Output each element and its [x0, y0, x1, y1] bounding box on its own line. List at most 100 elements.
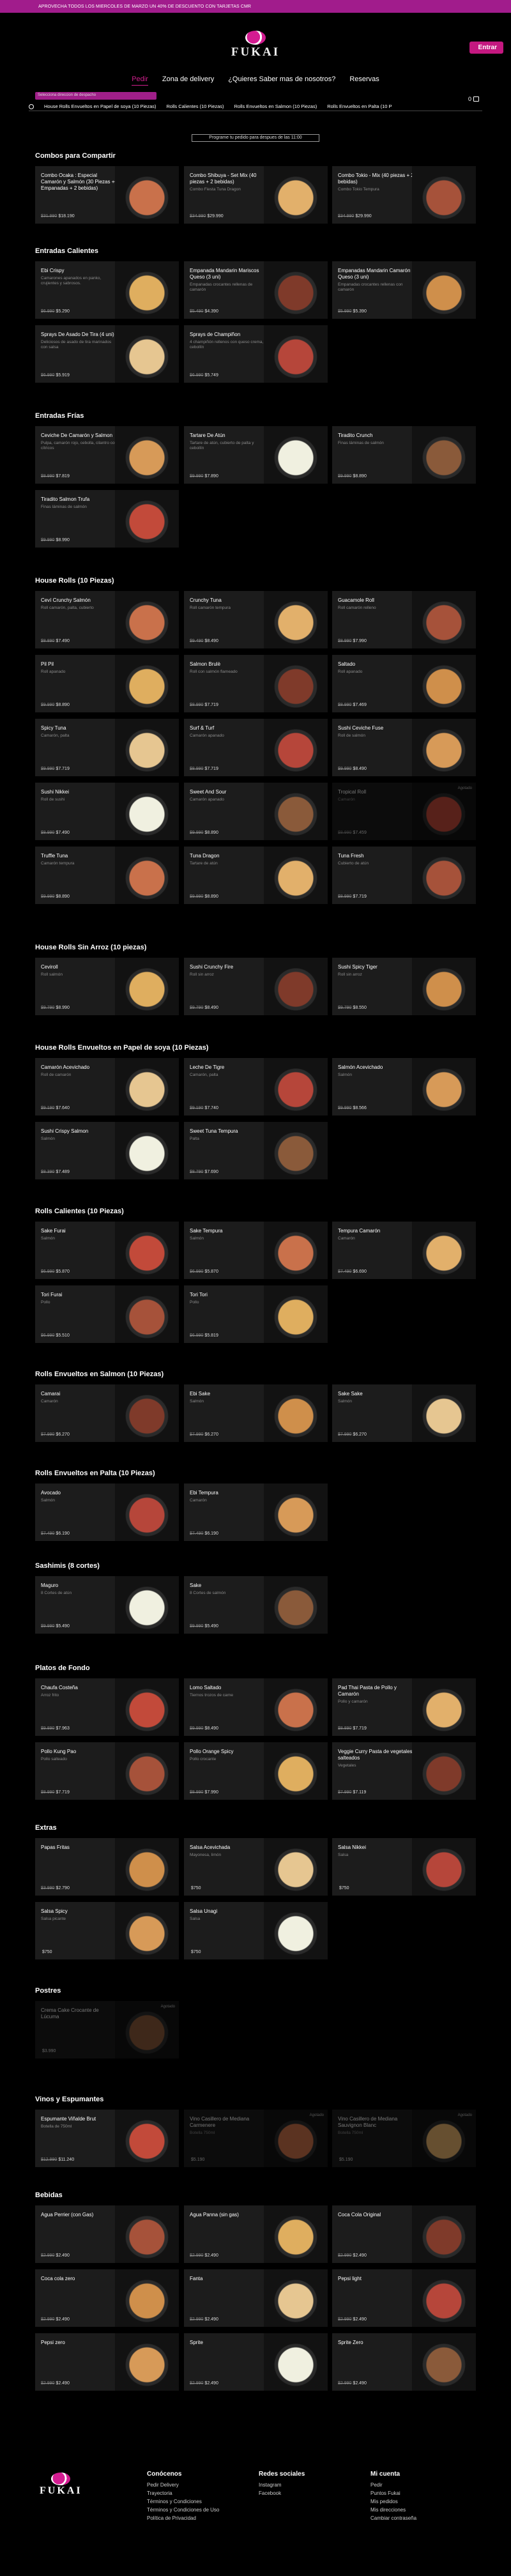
- category-tab[interactable]: Rolls Envueltos en Salmon (10 Piezas): [234, 103, 317, 109]
- product-card[interactable]: Salsa Unagi Salsa $750: [184, 1902, 328, 1959]
- product-card[interactable]: Sprite Zero $2.990 $2.490: [332, 2333, 476, 2391]
- product-card[interactable]: Sake Furai Salmón $6.990 $5.870: [35, 1222, 179, 1279]
- product-card[interactable]: Sushi Crunchy Fire Roll sin arroz $9.790 $8…: [184, 958, 328, 1015]
- product-card[interactable]: Maguro 8 Cortes de atún $9.990 $5.490: [35, 1576, 179, 1634]
- product-card[interactable]: Sweet Tuna Tempura Palta $8.790 $7.690: [184, 1122, 328, 1179]
- footer-link[interactable]: Política de Privacidad: [147, 2514, 219, 2522]
- product-card[interactable]: Sprays De Asado De Tira (4 uni) Delicioso…: [35, 325, 179, 383]
- footer-link[interactable]: Instagram: [259, 2481, 305, 2489]
- product-card[interactable]: Sweet And Sour Camarón apanado $9.990 $8.89…: [184, 783, 328, 840]
- product-card[interactable]: Sushi Spicy Tiger Roll sin arroz $9.790 $8.…: [332, 958, 476, 1015]
- product-card[interactable]: Leche De Tigre Camarón, palta $9.190 $7.740: [184, 1058, 328, 1116]
- product-card[interactable]: Salsa Acevichada Mayonesa, limón $750: [184, 1838, 328, 1896]
- product-card[interactable]: Saltado Roll apanado $8.990 $7.469: [332, 655, 476, 712]
- product-card[interactable]: Avocado Salmón $7.490 $6.190: [35, 1483, 179, 1541]
- product-card[interactable]: Veggie Curry Pasta de vegetales salteado…: [332, 1742, 476, 1800]
- product-card[interactable]: Pil Pil Roll apanado $9.990 $8.890: [35, 655, 179, 712]
- product-card[interactable]: Salmon Brulè Roll con salmón flameado $8.9…: [184, 655, 328, 712]
- schedule-notice[interactable]: Programe tu pedido para despues de las 1…: [192, 134, 319, 142]
- product-card[interactable]: Sushi Crispy Salmon Salmón $8.390 $7.489: [35, 1122, 179, 1179]
- product-card[interactable]: Lomo Saltado Tiernos trozos de carne $9.99…: [184, 1678, 328, 1736]
- product-card[interactable]: Pollo Kung Pao Pollo salteado $8.990 $7.719: [35, 1742, 179, 1800]
- product-price: $6.990 $5.749: [190, 373, 218, 378]
- product-card[interactable]: Espumante Viñalde Brut Botella de 750ml $1…: [35, 2110, 179, 2167]
- product-card[interactable]: Tartare De Atún Tartare de atún, cubierto…: [184, 426, 328, 484]
- nav-item[interactable]: Zona de delivery: [162, 75, 214, 86]
- footer-link[interactable]: Pedir: [370, 2481, 416, 2489]
- product-card[interactable]: Coca cola zero $2.990 $2.490: [35, 2269, 179, 2327]
- product-card[interactable]: Truffle Tuna Camarón tempura $9.990 $8.890: [35, 847, 179, 904]
- category-tab[interactable]: Rolls Envueltos en Palta (10 P: [327, 103, 392, 109]
- footer-link[interactable]: Facebook: [259, 2489, 305, 2497]
- footer-link[interactable]: Términos y Condiciones: [147, 2497, 219, 2506]
- product-card[interactable]: Crema Cake Crocante de Lúcuma $3.990 Agota…: [35, 2001, 179, 2058]
- product-card[interactable]: Papas Fritas $3.990 $2.790: [35, 1838, 179, 1896]
- product-card[interactable]: Salsa Nikkei Salsa $750: [332, 1838, 476, 1896]
- product-card[interactable]: Sushi Nikkei Roll de sushi $8.990 $7.490: [35, 783, 179, 840]
- nav-item[interactable]: Reservas: [349, 75, 379, 86]
- footer-link[interactable]: Trayectoria: [147, 2489, 219, 2497]
- product-card[interactable]: Ceví Crunchy Salmón Roll camarón, palta, …: [35, 591, 179, 648]
- product-card[interactable]: Salsa Spicy Salsa picante $750: [35, 1902, 179, 1959]
- product-card[interactable]: Sake Sake Salmón $7.990 $6.270: [332, 1384, 476, 1442]
- login-button[interactable]: Entrar: [469, 42, 503, 54]
- product-card[interactable]: Ebi Tempura Camarón $7.490 $6.190: [184, 1483, 328, 1541]
- footer-link[interactable]: Mis pedidos: [370, 2497, 416, 2506]
- product-card[interactable]: Tiradito Salmon Trufa Finas láminas de sa…: [35, 490, 179, 548]
- product-card[interactable]: Vino Casillero de Mediana Carmenere Botel…: [184, 2110, 328, 2167]
- product-card[interactable]: Agua Panna (sin gas) $2.990 $2.490: [184, 2205, 328, 2263]
- product-card[interactable]: Coca Cola Original $2.990 $2.490: [332, 2205, 476, 2263]
- nav-item[interactable]: ¿Quieres Saber mas de nosotros?: [228, 75, 335, 86]
- search-icon[interactable]: [29, 103, 34, 109]
- product-card[interactable]: Empanada Mandarin Mariscos Queso (3 uni)…: [184, 261, 328, 319]
- product-card[interactable]: Crunchy Tuna Roll camarón tempura $9.490 $8…: [184, 591, 328, 648]
- product-card[interactable]: Sprite $2.990 $2.490: [184, 2333, 328, 2391]
- product-card[interactable]: Camarón Acevichado Roll de camarón $9.190 $…: [35, 1058, 179, 1116]
- product-card[interactable]: Pepsi zero $2.990 $2.490: [35, 2333, 179, 2391]
- product-card[interactable]: Salmón Acevichado Salmón $9.990 $8.566: [332, 1058, 476, 1116]
- address-selector[interactable]: Selecciona direccion de despacho: [35, 92, 156, 100]
- product-price: $9.790 $8.550: [338, 1006, 367, 1010]
- product-card[interactable]: Sushi Ceviche Fuse Roll de salmón $9.990 $8…: [332, 719, 476, 776]
- footer-link[interactable]: Pedir Delivery: [147, 2481, 219, 2489]
- product-card[interactable]: Fanta $2.990 $2.490: [184, 2269, 328, 2327]
- product-card[interactable]: Empanadas Mandarin Camarón Queso (3 uni)…: [332, 261, 476, 319]
- product-card[interactable]: Ebi Crispy Camarones apanados en panko, c…: [35, 261, 179, 319]
- cart-button[interactable]: 0: [468, 96, 479, 102]
- product-card[interactable]: Tuna Dragon Tartare de atún $9.990 $8.890: [184, 847, 328, 904]
- product-card[interactable]: Pad Thai Pasta de Pollo y Camarón Pollo y…: [332, 1678, 476, 1736]
- product-card[interactable]: Sake 8 Cortes de salmón $9.990 $5.490: [184, 1576, 328, 1634]
- nav-item[interactable]: Pedir: [132, 75, 148, 86]
- product-card[interactable]: Sprays de Champiñon 4 champiñón rellenos …: [184, 325, 328, 383]
- product-card[interactable]: Vino Casillero de Mediana Sauvignon Blan…: [332, 2110, 476, 2167]
- product-card[interactable]: Agua Perrier (con Gas) $2.990 $2.490: [35, 2205, 179, 2263]
- category-tab[interactable]: House Rolls Envueltos en Papel de soya (…: [44, 103, 156, 109]
- footer-link[interactable]: Términos y Condiciones de Uso: [147, 2506, 219, 2514]
- product-card[interactable]: Chaufa Costeña Arroz frito $9.890 $7.963: [35, 1678, 179, 1736]
- product-card[interactable]: Ceviche De Camarón y Salmon Pulpa, camaró…: [35, 426, 179, 484]
- brand-logo[interactable]: FUKAI: [230, 31, 281, 60]
- product-card[interactable]: Combo Shibuya - Set Mix (40 piezas + 2 b…: [184, 166, 328, 224]
- product-card[interactable]: Spicy Tuna Camarón, palta $9.990 $7.719: [35, 719, 179, 776]
- category-tab[interactable]: Rolls Calientes (10 Piezas): [167, 103, 224, 109]
- product-card[interactable]: Tiradito Crunch Finas láminas de salmón $9…: [332, 426, 476, 484]
- product-card[interactable]: Surf & Turf Camarón apanado $8.990 $7.719: [184, 719, 328, 776]
- footer-link[interactable]: Cambiar contraseña: [370, 2514, 416, 2522]
- product-card[interactable]: Ceviroll Roll salmón $9.790 $8.990: [35, 958, 179, 1015]
- product-card[interactable]: Camarai Camarón $7.990 $6.270: [35, 1384, 179, 1442]
- product-card[interactable]: Guacamole Roll Roll camarón relleno $8.990…: [332, 591, 476, 648]
- product-card[interactable]: Combo Ocaka : Especial Camarón y Salmón …: [35, 166, 179, 224]
- product-card[interactable]: Tempura Camarón Camarón $7.490 $6.690: [332, 1222, 476, 1279]
- product-card[interactable]: Tuna Fresh Cubierto de atún $8.990 $7.719: [332, 847, 476, 904]
- product-card[interactable]: Tropical Roll Camarón $8.990 $7.459 Agotado: [332, 783, 476, 840]
- product-card[interactable]: Pollo Orange Spicy Pollo crocante $8.990 $7…: [184, 1742, 328, 1800]
- footer-link[interactable]: Mis direcciones: [370, 2506, 416, 2514]
- product-image: [115, 1576, 179, 1634]
- product-card[interactable]: Tori Tori Pollo $6.990 $5.819: [184, 1285, 328, 1343]
- product-card[interactable]: Ebi Sake Salmón $7.990 $6.270: [184, 1384, 328, 1442]
- product-card[interactable]: Pepsi light $2.990 $2.490: [332, 2269, 476, 2327]
- product-card[interactable]: Combo Tokio - Mix (40 piezas + 2 bebidas…: [332, 166, 476, 224]
- product-card[interactable]: Sake Tempura Salmón $6.990 $5.870: [184, 1222, 328, 1279]
- product-card[interactable]: Tori Furai Pollo $6.990 $5.510: [35, 1285, 179, 1343]
- footer-link[interactable]: Puntos Fukai: [370, 2489, 416, 2497]
